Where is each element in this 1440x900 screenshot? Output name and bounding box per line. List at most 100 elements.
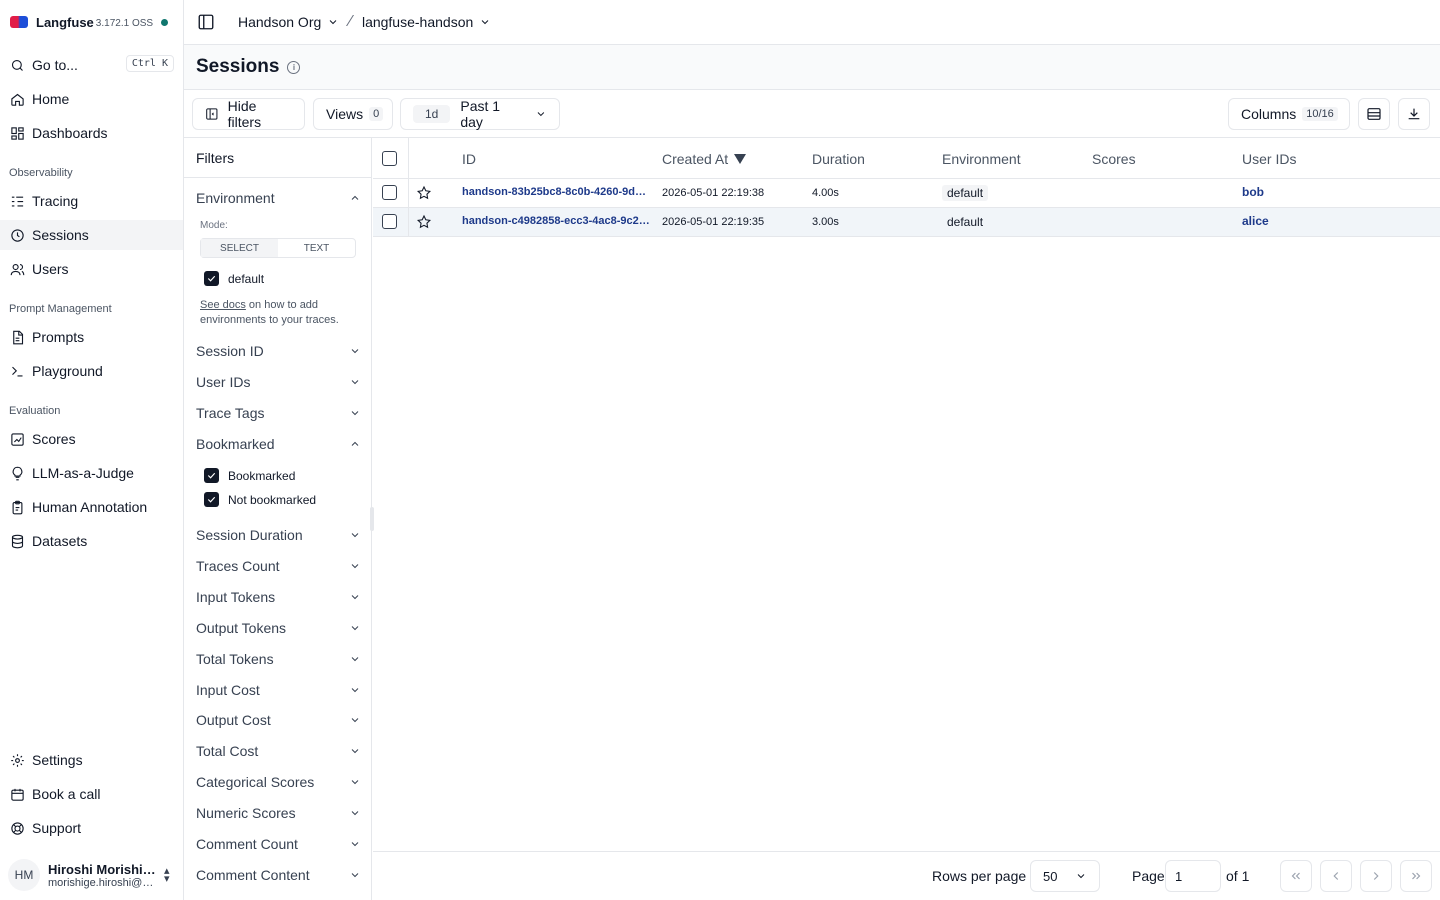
org-name: Handson Org <box>238 14 322 30</box>
filter-session-id[interactable]: Session ID <box>196 339 361 363</box>
first-page-button[interactable] <box>1280 860 1312 892</box>
filter-total-tokens[interactable]: Total Tokens <box>196 647 361 671</box>
sidebar-item-sessions[interactable]: Sessions <box>0 220 183 250</box>
filter-label: Trace Tags <box>196 405 265 421</box>
sidebar-item-support[interactable]: Support <box>0 813 183 843</box>
filter-label: Input Cost <box>196 682 260 698</box>
sidebar-item-prompts[interactable]: Prompts <box>0 322 183 352</box>
filter-comment-content[interactable]: Comment Content <box>196 863 361 887</box>
info-icon[interactable]: i <box>287 60 301 74</box>
column-header-id[interactable]: ID <box>462 151 476 167</box>
brand[interactable]: Langfuse 3.172.1 OSS <box>0 0 183 44</box>
sidebar-item-llm-as-a-judge[interactable]: LLM-as-a-Judge <box>0 458 183 488</box>
sidebar-item-settings[interactable]: Settings <box>0 745 183 775</box>
page-input[interactable] <box>1165 860 1221 892</box>
group-prompt-management: Prompt Management <box>9 303 112 315</box>
chevron-right-icon <box>1373 872 1379 880</box>
filter-session-duration[interactable]: Session Duration <box>196 523 361 547</box>
filter-input-cost[interactable]: Input Cost <box>196 678 361 702</box>
filter-environment[interactable]: Environment <box>196 186 361 210</box>
sidebar-item-label: Prompts <box>32 329 85 345</box>
prev-page-button[interactable] <box>1320 860 1352 892</box>
env-option-default[interactable]: default <box>204 271 264 286</box>
user-id-link[interactable]: alice <box>1242 214 1269 228</box>
filter-numeric-scores[interactable]: Numeric Scores <box>196 801 361 825</box>
toolbar: Hide filters Views 0 1d Past 1 day Colum… <box>184 90 1440 138</box>
session-id-link[interactable]: handson-c4982858-ecc3-4ac8-9c2e-7a8b9c0d… <box>462 215 652 227</box>
bookmarked-option-yes[interactable]: Bookmarked <box>204 468 295 483</box>
date-range-select[interactable]: 1d Past 1 day <box>400 98 560 130</box>
column-divider <box>408 208 409 236</box>
goto-shortcut: Ctrl K <box>125 55 174 72</box>
user-id-link[interactable]: bob <box>1242 185 1264 199</box>
star-icon[interactable] <box>416 185 432 201</box>
goto-search[interactable]: Go to... Ctrl K <box>0 50 183 80</box>
star-icon[interactable] <box>416 214 432 230</box>
sidebar-item-book-a-call[interactable]: Book a call <box>0 779 183 809</box>
sidebar-item-dashboards[interactable]: Dashboards <box>0 118 183 148</box>
session-id-link[interactable]: handson-83b25bc8-8c0b-4260-9d1a-2f3e4a5b… <box>462 186 652 198</box>
sidebar-item-scores[interactable]: Scores <box>0 424 183 454</box>
hide-filters-button[interactable]: Hide filters <box>192 98 305 130</box>
tracing-icon <box>9 193 25 209</box>
sidebar-toggle-icon[interactable] <box>196 12 216 32</box>
lightbulb-icon <box>9 465 25 481</box>
bookmarked-option-no[interactable]: Not bookmarked <box>204 492 316 507</box>
table-row[interactable]: handson-c4982858-ecc3-4ac8-9c2e-7a8b9c0d… <box>373 208 1440 237</box>
panel-left-icon <box>206 108 218 120</box>
user-menu[interactable]: HM Hiroshi Morishige morishige.hiroshi@e… <box>0 850 183 900</box>
sidebar-item-label: Users <box>32 261 69 277</box>
mode-select-option[interactable]: SELECT <box>201 239 278 257</box>
filter-comment-count[interactable]: Comment Count <box>196 832 361 856</box>
filter-output-tokens[interactable]: Output Tokens <box>196 616 361 640</box>
filter-input-tokens[interactable]: Input Tokens <box>196 585 361 609</box>
column-divider <box>408 138 409 178</box>
row-checkbox[interactable] <box>382 214 397 229</box>
sidebar-item-human-annotation[interactable]: Human Annotation <box>0 492 183 522</box>
sidebar-item-tracing[interactable]: Tracing <box>0 186 183 216</box>
chevron-down-icon <box>351 749 359 754</box>
filter-traces-count[interactable]: Traces Count <box>196 554 361 578</box>
lifebuoy-icon <box>9 820 25 836</box>
sidebar-item-users[interactable]: Users <box>0 254 183 284</box>
views-button[interactable]: Views 0 <box>313 98 393 130</box>
filter-trace-tags[interactable]: Trace Tags <box>196 401 361 425</box>
sidebar-item-datasets[interactable]: Datasets <box>0 526 183 556</box>
breadcrumb-org[interactable]: Handson Org <box>238 14 339 30</box>
chevron-down-icon <box>481 20 489 25</box>
column-header-scores[interactable]: Scores <box>1092 151 1136 167</box>
date-range-label: Past 1 day <box>460 98 501 130</box>
row-checkbox[interactable] <box>382 185 397 200</box>
see-docs-link[interactable]: See docs <box>200 299 246 311</box>
table-row[interactable]: handson-83b25bc8-8c0b-4260-9d1a-2f3e4a5b… <box>373 179 1440 208</box>
column-header-environment[interactable]: Environment <box>942 151 1021 167</box>
rows-per-page-label: Rows per page <box>932 868 1027 884</box>
last-page-button[interactable] <box>1400 860 1432 892</box>
environment-badge: default <box>942 185 989 201</box>
filter-user-ids[interactable]: User IDs <box>196 370 361 394</box>
filter-categorical-scores[interactable]: Categorical Scores <box>196 770 361 794</box>
column-header-created-at[interactable]: Created At <box>662 151 747 167</box>
download-button[interactable] <box>1398 98 1430 130</box>
mode-text-option[interactable]: TEXT <box>278 239 355 257</box>
filter-output-cost[interactable]: Output Cost <box>196 708 361 732</box>
date-range-short: 1d <box>413 105 451 123</box>
filter-environment-label: Environment <box>196 190 275 206</box>
sidebar-item-label: Datasets <box>32 533 88 549</box>
breadcrumb-project[interactable]: langfuse-handson <box>362 14 491 30</box>
filter-bookmarked[interactable]: Bookmarked <box>196 432 361 456</box>
filter-total-cost[interactable]: Total Cost <box>196 739 361 763</box>
column-header-duration[interactable]: Duration <box>812 151 865 167</box>
column-header-user-ids[interactable]: User IDs <box>1242 151 1296 167</box>
row-density-button[interactable] <box>1358 98 1390 130</box>
columns-button[interactable]: Columns 10/16 <box>1228 98 1350 130</box>
search-icon <box>9 57 25 73</box>
sidebar-item-playground[interactable]: Playground <box>0 356 183 386</box>
chevron-down-icon <box>351 780 359 785</box>
next-page-button[interactable] <box>1360 860 1392 892</box>
sidebar-item-home[interactable]: Home <box>0 84 183 114</box>
rows-per-page-select[interactable]: 50 <box>1030 860 1100 892</box>
home-icon <box>9 91 25 107</box>
sidebar-item-label: Home <box>32 91 70 107</box>
select-all-checkbox[interactable] <box>382 151 397 166</box>
